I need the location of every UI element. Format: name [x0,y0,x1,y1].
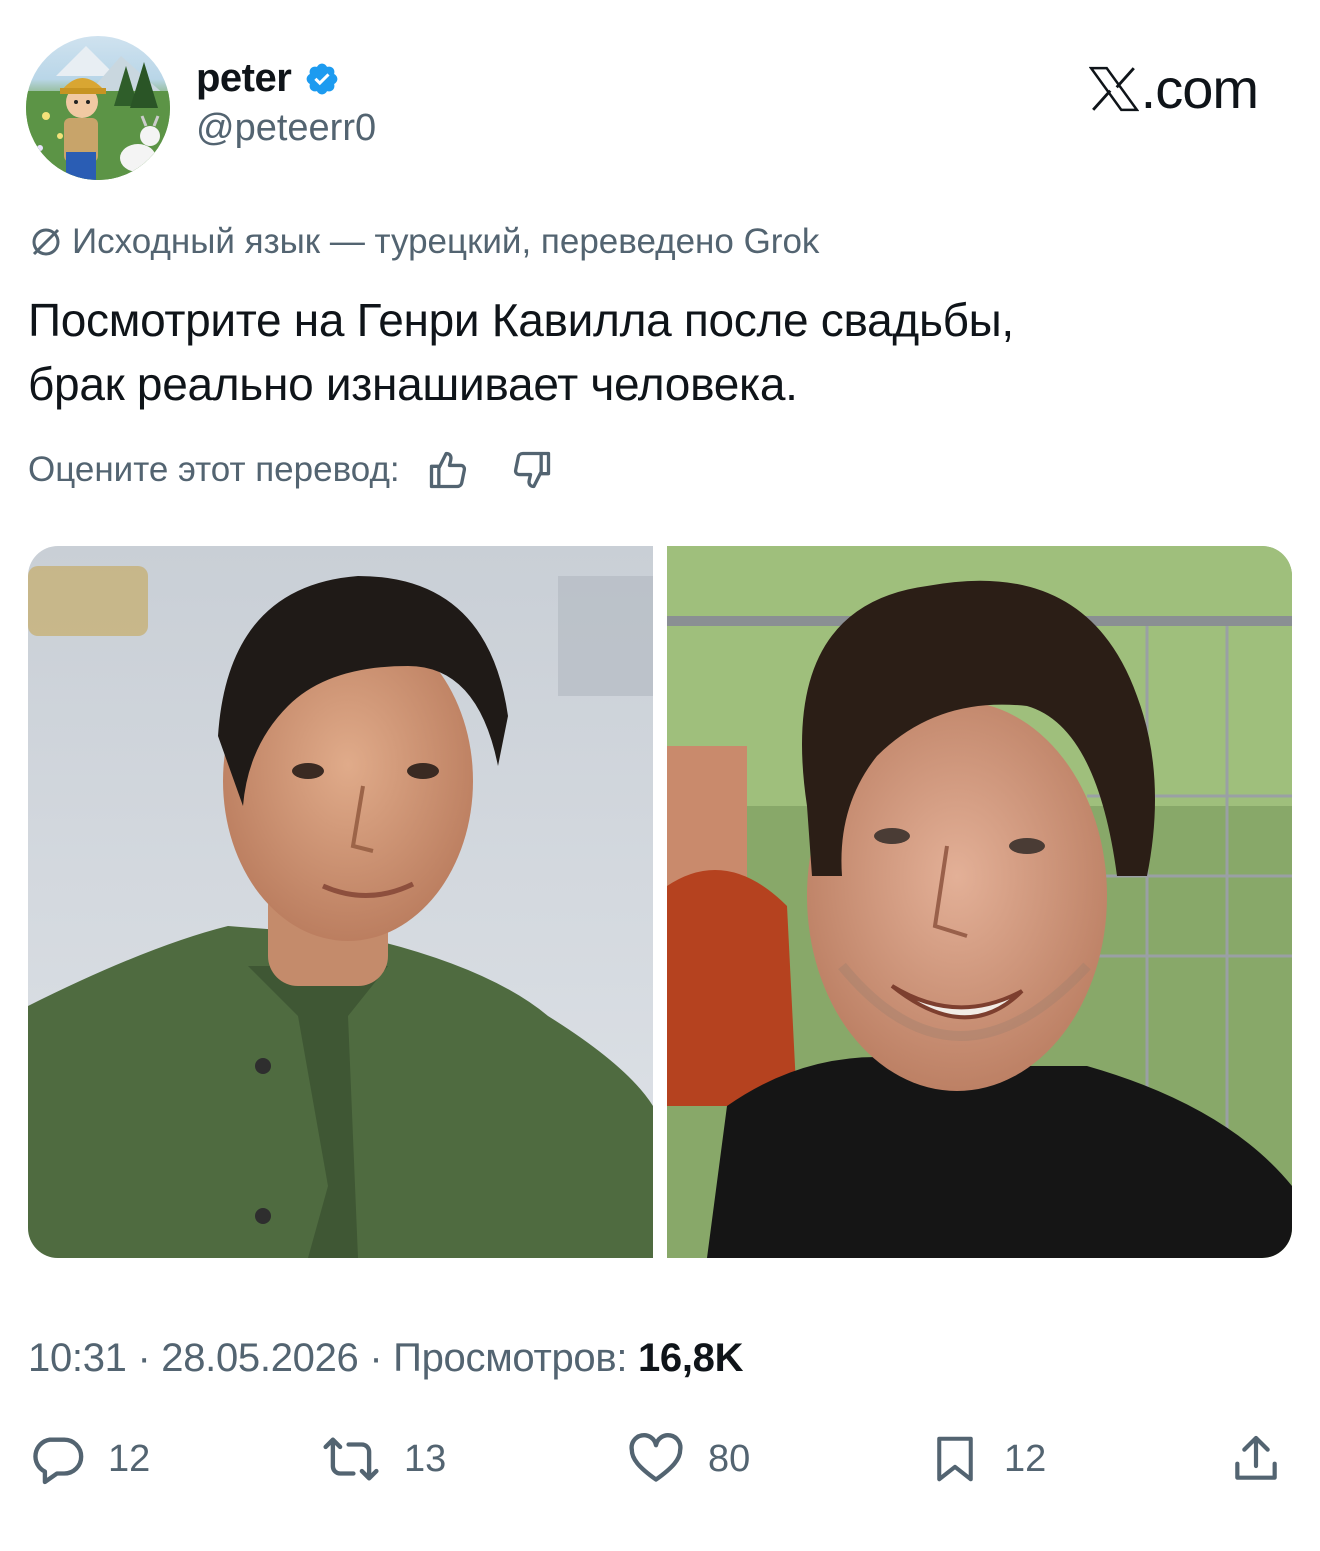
repost-icon [323,1437,379,1481]
rate-translation: Оцените этот перевод: [28,448,554,492]
tweet-date[interactable]: 28.05.2026 [161,1336,359,1380]
rate-label: Оцените этот перевод: [28,450,400,489]
author-handle[interactable]: @peteerr0 [196,107,376,150]
photo-before[interactable] [28,546,653,1258]
translation-note[interactable]: Исходный язык — турецкий, переведено Gro… [28,222,819,262]
meta-separator: · [137,1336,162,1380]
translation-note-text: Исходный язык — турецкий, переведено Gro… [72,222,820,261]
like-count: 80 [708,1437,751,1480]
display-name[interactable]: peter [196,56,292,101]
thumbs-up-button[interactable] [426,448,470,492]
views-label: Просмотров: [393,1336,638,1380]
reply-button[interactable]: 12 [28,1430,150,1488]
bookmark-button[interactable]: 12 [928,1430,1046,1488]
tweet-meta: 10:31 · 28.05.2026 · Просмотров: 16,8K [28,1336,744,1381]
like-button[interactable]: 80 [626,1430,750,1488]
reply-icon [33,1437,84,1485]
thumbs-up-icon [429,451,466,489]
bookmark-icon [937,1436,973,1482]
avatar[interactable] [26,36,170,180]
tweet-line-1: Посмотрите на Генри Кавилла после свадьб… [28,294,1014,346]
portrait-black-shirt [667,546,1292,1258]
repost-button[interactable]: 13 [320,1430,446,1488]
share-button[interactable] [1228,1430,1306,1488]
portrait-green-shirt [28,546,653,1258]
views-count: 16,8K [637,1336,744,1380]
action-bar: 12 13 80 12 [28,1406,1292,1506]
reply-count: 12 [108,1437,151,1480]
share-icon [1235,1435,1277,1480]
avatar-illustration [26,46,170,180]
brand-mark: .com [1088,56,1259,121]
verified-badge-icon [306,63,338,94]
photo-after[interactable] [667,546,1292,1258]
meta-separator: · [369,1336,394,1380]
bookmark-count: 12 [1004,1437,1047,1480]
tweet-line-2: брак реально изнашивает человека. [28,358,798,410]
translate-icon [32,228,60,256]
media-grid [28,546,1292,1258]
x-logo-icon [1088,66,1139,111]
thumbs-down-icon [513,451,550,489]
tweet-text: Посмотрите на Генри Кавилла после свадьб… [28,288,1292,416]
heart-icon [629,1433,683,1482]
brand-label: .com [1140,57,1259,120]
tweet-header: peter @peteerr0 .com [26,36,1294,182]
thumbs-down-button[interactable] [510,448,554,492]
repost-count: 13 [404,1437,447,1480]
tweet-time[interactable]: 10:31 [28,1336,127,1380]
author-block[interactable]: peter @peteerr0 [196,56,376,150]
